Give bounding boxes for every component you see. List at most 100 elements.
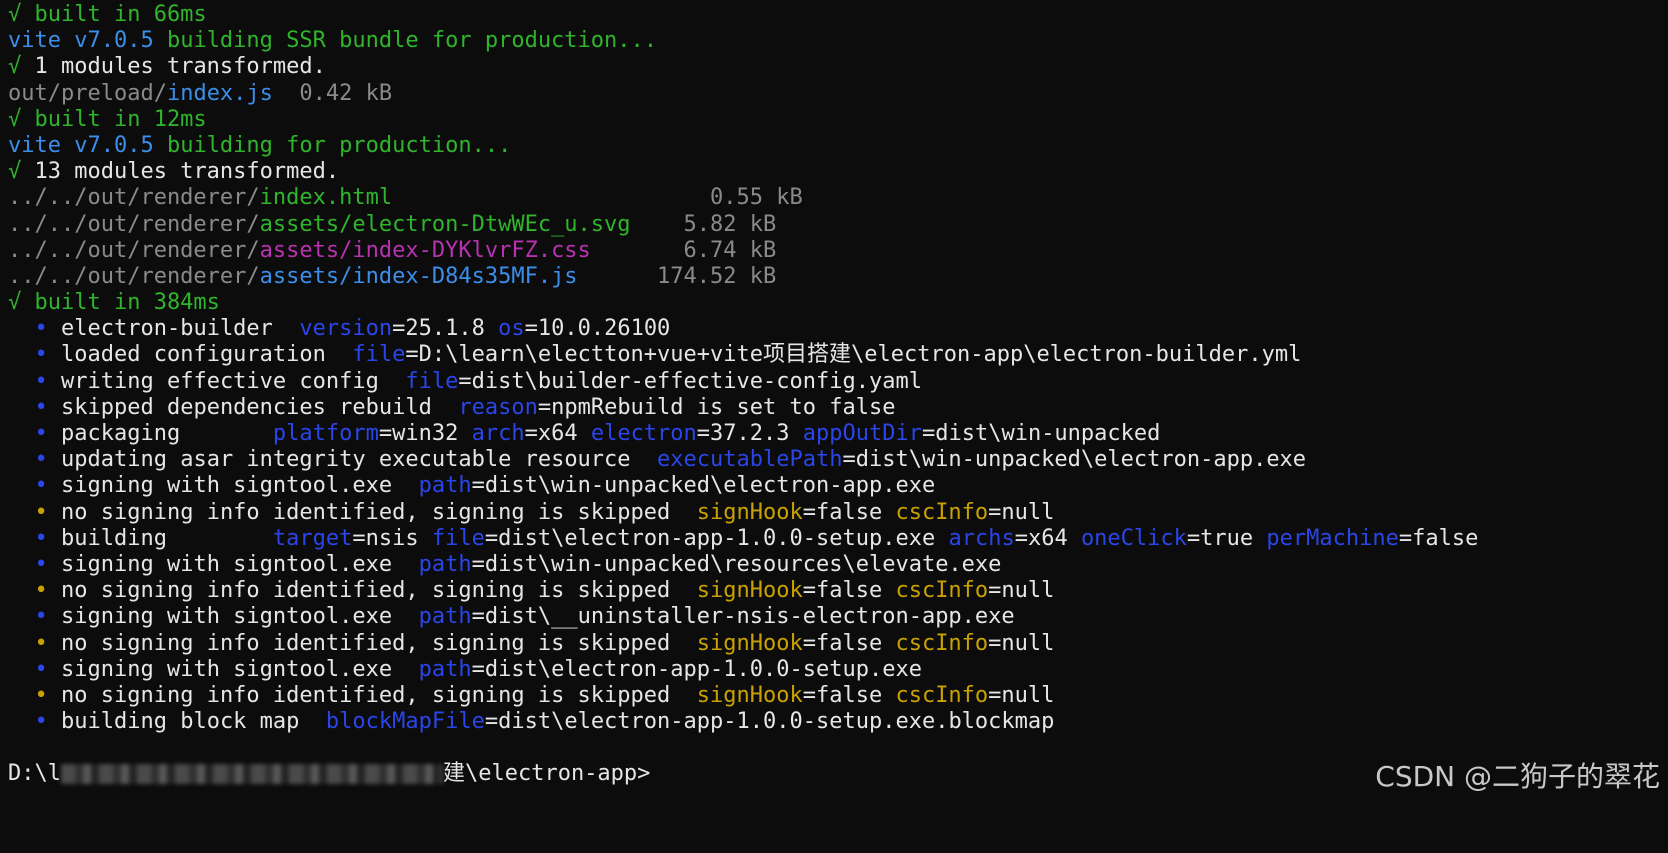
log-text-segment: =dist\win-unpacked\resources\elevate.exe [471, 551, 1002, 577]
log-line: vite v7.0.5 building for production... [8, 133, 1668, 159]
log-bullet-line: • packaging platform=win32 arch=x64 elec… [8, 421, 1668, 447]
log-text-segment: building SSR bundle for production... [166, 28, 658, 54]
log-text-segment: cscInfo [895, 499, 989, 525]
log-text-segment: √ [8, 54, 35, 80]
log-text-segment: ../../out/renderer/ [8, 185, 260, 211]
log-text-segment: no signing info identified, signing is s… [61, 682, 697, 708]
log-text-segment: signHook [696, 682, 803, 708]
prompt-path-prefix: D:\l [8, 761, 61, 787]
log-bullet-line: • building block map blockMapFile=dist\e… [8, 709, 1668, 735]
log-text-segment: reason [458, 394, 538, 420]
info-bullet-icon: • [34, 368, 48, 394]
log-text-segment: =null [988, 578, 1055, 604]
log-text-segment: path [418, 604, 472, 630]
log-text-segment: =dist\win-unpacked\electron-app.exe [842, 447, 1307, 473]
log-text-segment: blockMapFile [325, 709, 485, 735]
log-bullet-line: • no signing info identified, signing is… [8, 683, 1668, 709]
terminal-output[interactable]: √ built in 66ms vite v7.0.5 building SSR … [8, 2, 1668, 788]
log-text-segment: signing with signtool.exe [61, 604, 419, 630]
info-bullet-icon: • [34, 316, 48, 342]
log-text-segment: os [498, 316, 525, 342]
log-bullet-line: • no signing info identified, signing is… [8, 500, 1668, 526]
log-text-segment: =win32 [378, 421, 472, 446]
log-text-segment: =nsis [352, 525, 432, 551]
log-text-segment: 5.82 kB [630, 211, 777, 237]
log-text-segment: signHook [696, 578, 803, 604]
log-text-segment: =37.2.3 [696, 421, 803, 446]
warning-bullet-icon: • [34, 630, 48, 656]
log-text-segment: oneClick [1080, 525, 1187, 551]
log-text-segment: =dist\electron-app-1.0.0-setup.exe.block… [484, 709, 1055, 735]
log-text-segment: 13 modules transformed. [34, 159, 340, 185]
log-text-segment: =true [1186, 525, 1267, 551]
log-text-segment: archs [948, 525, 1015, 551]
log-text-segment: file [352, 342, 406, 368]
log-line: out/preload/index.js 0.42 kB [8, 81, 1668, 107]
log-text-segment: =dist\builder-effective-config.yaml [458, 368, 922, 394]
log-text-segment: file [431, 525, 485, 551]
log-text-segment: =null [988, 499, 1055, 525]
info-bullet-icon: • [34, 604, 48, 630]
info-bullet-icon: • [34, 473, 48, 499]
log-text-segment: 0.55 kB [392, 185, 803, 211]
log-text-segment: =25.1.8 [392, 316, 499, 342]
log-text-segment: no signing info identified, signing is s… [61, 578, 697, 604]
log-line: √ 13 modules transformed. [8, 159, 1668, 185]
log-text-segment: =x64 [524, 421, 591, 446]
info-bullet-icon: • [34, 421, 48, 446]
log-text-segment: target [272, 525, 353, 551]
log-line: ../../out/renderer/assets/index-DYKlvrFZ… [8, 238, 1668, 264]
log-text-segment: =dist\electron-app-1.0.0-setup.exe [471, 656, 922, 682]
warning-bullet-icon: • [34, 578, 48, 604]
log-bullet-line: • no signing info identified, signing is… [8, 631, 1668, 657]
log-text-segment: cscInfo [895, 578, 989, 604]
log-text-segment: out/preload/ [8, 80, 167, 106]
log-text-segment: signHook [696, 630, 803, 656]
log-text-segment: signing with signtool.exe [61, 551, 419, 577]
log-text-segment: √ built in 384ms [8, 290, 220, 316]
log-text-segment: cscInfo [895, 630, 989, 656]
log-text-segment: √ [8, 159, 35, 185]
info-bullet-icon: • [34, 656, 48, 682]
warning-bullet-icon: • [34, 682, 48, 708]
log-text-segment: assets/index-DYKlvrFZ.css [259, 237, 591, 263]
log-text-segment: √ built in 66ms [8, 2, 207, 27]
log-text-segment: executablePath [657, 447, 843, 473]
log-text-segment: electron-builder [61, 316, 300, 342]
log-text-segment: ../../out/renderer/ [8, 237, 260, 263]
log-text-segment: arch [471, 421, 525, 446]
log-bullet-line: • loaded configuration file=D:\learn\ele… [8, 342, 1668, 368]
log-text-segment: =dist\win-unpacked\electron-app.exe [471, 473, 936, 499]
log-line: √ built in 384ms [8, 290, 1668, 316]
log-text-segment: electron [590, 421, 697, 446]
log-text-segment: signing with signtool.exe [61, 656, 419, 682]
log-text-segment: index.html [259, 185, 393, 211]
log-text-segment: =dist\win-unpacked [921, 421, 1161, 446]
log-line: √ built in 12ms [8, 107, 1668, 133]
log-text-segment: skipped dependencies rebuild [61, 394, 459, 420]
log-text-segment: ../../out/renderer/ [8, 263, 260, 289]
info-bullet-icon: • [34, 525, 48, 551]
log-text-segment: vite v7.0.5 [8, 132, 167, 158]
redacted-path [60, 764, 443, 785]
log-bullet-line: • electron-builder version=25.1.8 os=10.… [8, 316, 1668, 342]
log-text-segment: vite v7.0.5 [8, 28, 167, 54]
log-text-segment: writing effective config [61, 368, 406, 394]
log-line: √ 1 modules transformed. [8, 54, 1668, 80]
log-text-segment: =dist\electron-app-1.0.0-setup.exe [484, 525, 949, 551]
prompt-path-suffix: 建\electron-app> [442, 761, 651, 787]
log-text-segment: =10.0.26100 [524, 316, 671, 342]
log-bullet-line: • writing effective config file=dist\bui… [8, 369, 1668, 395]
log-text-segment: 1 modules transformed. [34, 54, 326, 80]
log-text-segment: path [418, 473, 472, 499]
log-text-segment: =false [1398, 525, 1479, 551]
log-text-segment: assets/electron-DtwWEc_u.svg [259, 211, 631, 237]
log-text-segment: file [405, 368, 459, 394]
log-text-segment: √ built in 12ms [8, 106, 207, 132]
log-text-segment: appOutDir [802, 421, 922, 446]
log-line: ../../out/renderer/assets/index-D84s35MF… [8, 264, 1668, 290]
log-text-segment: building block map [61, 709, 326, 735]
log-text-segment: =null [988, 682, 1055, 708]
log-bullet-line: • signing with signtool.exe path=dist\wi… [8, 552, 1668, 578]
log-text-segment: =false [802, 578, 896, 604]
